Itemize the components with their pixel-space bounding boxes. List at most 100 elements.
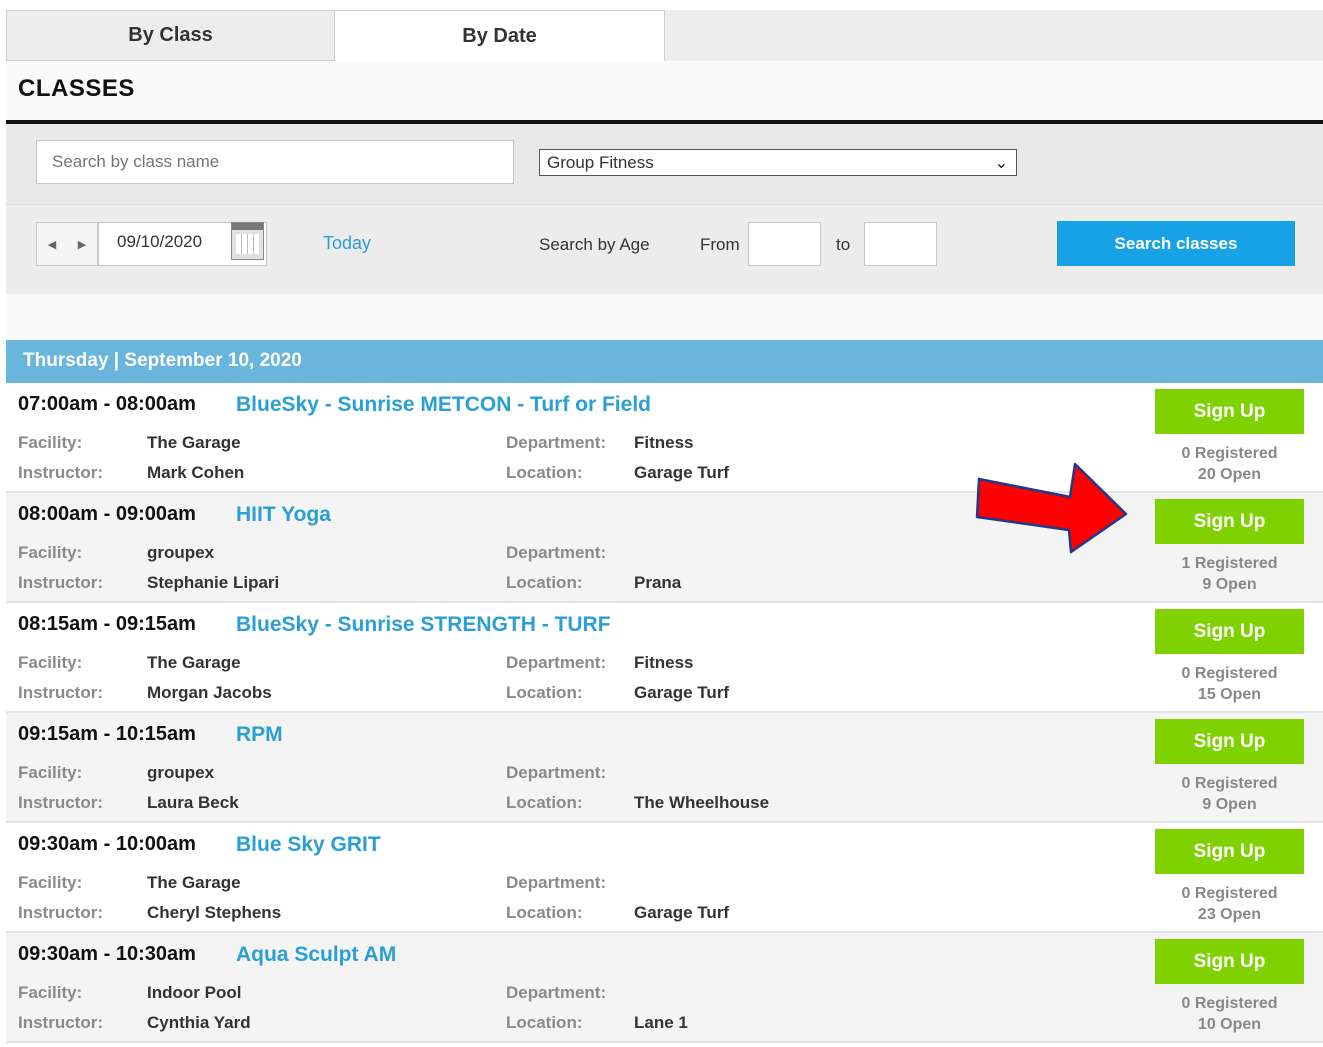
open-count: 20 Open <box>1197 466 1262 483</box>
location-value: Garage Turf <box>634 463 730 482</box>
red-arrow-annotation <box>975 462 1128 554</box>
registered-count: 0 Registered <box>1181 775 1278 792</box>
spacer <box>6 294 1323 340</box>
age-to-input[interactable] <box>864 222 937 266</box>
today-link[interactable]: Today <box>323 233 371 254</box>
registered-count: 0 Registered <box>1181 445 1278 462</box>
class-row: 09:15am - 10:15am RPM Facility: groupex … <box>6 713 1323 823</box>
sign-up-button[interactable]: Sign Up <box>1155 939 1304 984</box>
chevron-right-icon[interactable]: ▶ <box>67 223 97 265</box>
filter-row-date-age: ◀ ▶ 09/10/2020 Today Search by Age From … <box>6 204 1323 294</box>
location-label: Location: <box>506 793 583 812</box>
instructor-label: Instructor: <box>18 573 103 592</box>
instructor-value: Stephanie Lipari <box>147 573 280 592</box>
location-value: Garage Turf <box>634 683 730 702</box>
class-name-link[interactable]: HIIT Yoga <box>236 503 331 527</box>
day-header: Thursday | September 10, 2020 <box>6 340 1323 383</box>
class-name-link[interactable]: Blue Sky GRIT <box>236 833 381 857</box>
class-name-link[interactable]: Aqua Sculpt AM <box>236 943 396 967</box>
department-label: Department: <box>506 763 607 782</box>
facility-value: groupex <box>147 763 215 782</box>
instructor-value: Morgan Jacobs <box>147 683 272 702</box>
class-row: 09:30am - 10:00am Blue Sky GRIT Facility… <box>6 823 1323 933</box>
facility-label: Facility: <box>18 543 83 562</box>
facility-label: Facility: <box>18 763 83 782</box>
class-row: 08:15am - 09:15am BlueSky - Sunrise STRE… <box>6 603 1323 713</box>
page-title: CLASSES <box>18 75 135 102</box>
instructor-label: Instructor: <box>18 463 103 482</box>
open-count: 23 Open <box>1197 906 1262 923</box>
facility-value: Indoor Pool <box>147 983 242 1002</box>
chevron-down-icon: ⌄ <box>994 155 1008 172</box>
class-time: 09:30am - 10:00am <box>18 833 196 855</box>
category-select[interactable]: Group Fitness ⌄ <box>539 149 1017 176</box>
instructor-label: Instructor: <box>18 903 103 922</box>
sign-up-button[interactable]: Sign Up <box>1155 499 1304 544</box>
class-name-link[interactable]: BlueSky - Sunrise METCON - Turf or Field <box>236 393 651 417</box>
facility-label: Facility: <box>18 983 83 1002</box>
age-from-input[interactable] <box>748 222 821 266</box>
age-search-label: Search by Age <box>539 235 650 254</box>
title-bar: CLASSES <box>6 61 1323 121</box>
sign-up-button[interactable]: Sign Up <box>1155 609 1304 654</box>
department-label: Department: <box>506 653 607 672</box>
date-pager: ◀ ▶ <box>36 222 98 266</box>
class-time: 08:00am - 09:00am <box>18 503 196 525</box>
location-label: Location: <box>506 683 583 702</box>
facility-value: The Garage <box>147 873 241 892</box>
instructor-value: Laura Beck <box>147 793 239 812</box>
open-count: 15 Open <box>1197 686 1262 703</box>
facility-label: Facility: <box>18 873 83 892</box>
class-time: 09:30am - 10:30am <box>18 943 196 965</box>
class-time: 07:00am - 08:00am <box>18 393 196 415</box>
open-count: 10 Open <box>1197 1016 1262 1033</box>
department-value: Fitness <box>634 433 694 452</box>
calendar-icon[interactable] <box>231 222 264 260</box>
class-time: 09:15am - 10:15am <box>18 723 196 745</box>
instructor-value: Mark Cohen <box>147 463 245 482</box>
registered-count: 0 Registered <box>1181 885 1278 902</box>
class-name-link[interactable]: BlueSky - Sunrise STRENGTH - TURF <box>236 613 611 637</box>
sign-up-button[interactable]: Sign Up <box>1155 389 1304 434</box>
facility-value: groupex <box>147 543 215 562</box>
location-label: Location: <box>506 463 583 482</box>
instructor-value: Cynthia Yard <box>147 1013 251 1032</box>
age-from-label: From <box>700 235 740 254</box>
open-count: 9 Open <box>1202 796 1257 813</box>
facility-value: The Garage <box>147 433 241 452</box>
class-name-search-input[interactable] <box>36 140 514 184</box>
view-tabs: By Class By Date <box>6 10 1323 61</box>
filter-row-search: Group Fitness ⌄ <box>6 124 1323 204</box>
instructor-label: Instructor: <box>18 793 103 812</box>
instructor-value: Cheryl Stephens <box>147 903 282 922</box>
facility-label: Facility: <box>18 653 83 672</box>
age-to-label: to <box>836 235 851 254</box>
chevron-left-icon[interactable]: ◀ <box>37 223 67 265</box>
category-select-value: Group Fitness <box>547 152 654 172</box>
location-label: Location: <box>506 1013 583 1032</box>
department-label: Department: <box>506 543 607 562</box>
registered-count: 1 Registered <box>1181 555 1278 572</box>
facility-value: The Garage <box>147 653 241 672</box>
class-row: 09:30am - 10:30am Aqua Sculpt AM Facilit… <box>6 933 1323 1043</box>
location-label: Location: <box>506 903 583 922</box>
tab-by-date[interactable]: By Date <box>334 10 665 61</box>
instructor-label: Instructor: <box>18 683 103 702</box>
instructor-label: Instructor: <box>18 1013 103 1032</box>
registered-count: 0 Registered <box>1181 995 1278 1012</box>
location-label: Location: <box>506 573 583 592</box>
location-value: Garage Turf <box>634 903 730 922</box>
sign-up-button[interactable]: Sign Up <box>1155 719 1304 764</box>
search-classes-button[interactable]: Search classes <box>1057 221 1295 266</box>
location-value: Lane 1 <box>634 1013 688 1032</box>
class-name-link[interactable]: RPM <box>236 723 283 747</box>
class-time: 08:15am - 09:15am <box>18 613 196 635</box>
sign-up-button[interactable]: Sign Up <box>1155 829 1304 874</box>
location-value: Prana <box>634 573 682 592</box>
department-label: Department: <box>506 873 607 892</box>
facility-label: Facility: <box>18 433 83 452</box>
department-label: Department: <box>506 983 607 1002</box>
department-value: Fitness <box>634 653 694 672</box>
tab-by-class[interactable]: By Class <box>6 10 335 61</box>
open-count: 9 Open <box>1202 576 1257 593</box>
